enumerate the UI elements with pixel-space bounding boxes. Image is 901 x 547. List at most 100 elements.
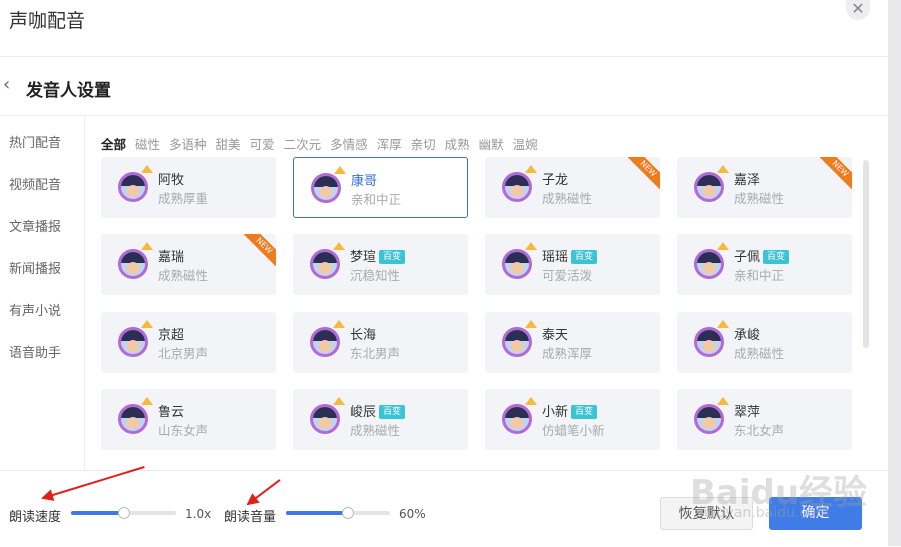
voice-card[interactable]: 泰天 成熟浑厚 (485, 312, 660, 373)
voice-name: 鲁云 (158, 401, 184, 420)
page-title: 发音人设置 (26, 81, 111, 101)
back-chevron-icon[interactable]: ‹ (3, 73, 19, 97)
scrollbar[interactable] (863, 160, 869, 348)
volume-slider[interactable] (286, 507, 390, 519)
voice-card[interactable]: 京超 北京男声 (101, 312, 276, 373)
filter-tag[interactable]: 幽默 (479, 134, 504, 152)
crown-icon (525, 320, 537, 328)
voice-card[interactable]: 嘉泽 成熟磁性 NEW (677, 157, 852, 218)
filter-tag[interactable]: 甜美 (216, 134, 241, 152)
voice-name: 承峻 (734, 324, 760, 343)
speed-slider-handle[interactable] (117, 507, 130, 519)
sidebar-item-video[interactable]: 视频配音 (0, 165, 84, 207)
voice-name-text: 瑶瑶 (542, 250, 569, 265)
voice-name: 嘉瑞 (158, 246, 184, 265)
filter-tag[interactable]: 二次元 (284, 134, 322, 152)
app-title: 声咖配音 (9, 10, 86, 32)
voice-name-text: 阿牧 (158, 173, 185, 188)
voice-avatar (502, 172, 532, 202)
voice-card[interactable]: 承峻 成熟磁性 (677, 312, 852, 373)
voice-name: 翠萍 (734, 401, 760, 420)
speed-slider[interactable] (71, 507, 176, 519)
voice-card[interactable]: 阿牧 成熟厚重 (101, 157, 276, 218)
voice-name: 峻辰 百变 (350, 401, 406, 420)
sidebar-item-article[interactable]: 文章播报 (0, 207, 84, 249)
filter-tag[interactable]: 成熟 (445, 134, 470, 152)
voice-avatar (118, 249, 148, 279)
voice-name: 京超 (158, 324, 184, 343)
voice-description: 山东女声 (158, 423, 209, 438)
voice-card[interactable]: 子龙成熟磁性 NEW (485, 157, 660, 218)
voice-avatar (694, 327, 724, 357)
versatile-badge: 百变 (379, 405, 406, 419)
crown-icon (717, 242, 729, 250)
watermark-url: jingyan.baidu.com (700, 505, 830, 521)
voice-card[interactable]: 嘉瑞成熟磁性 NEW (101, 234, 276, 295)
voice-description: 东北女声 (734, 423, 785, 438)
voice-card[interactable]: 长海 东北男声 (293, 312, 468, 373)
filter-tag[interactable]: 浑厚 (377, 134, 402, 152)
filter-tag[interactable]: 磁性 (135, 134, 160, 152)
crown-icon (717, 320, 729, 328)
voice-description: 可爱活泼 (542, 268, 593, 283)
new-ribbon: NEW (628, 157, 660, 189)
filter-tag[interactable]: 亲切 (411, 134, 436, 152)
voice-name-text: 翠萍 (734, 405, 761, 420)
voice-name-text: 子龙 (542, 173, 569, 188)
crown-icon (525, 165, 537, 173)
crown-icon (333, 320, 345, 328)
versatile-badge: 百变 (571, 250, 598, 264)
filter-tag[interactable]: 全部 (101, 134, 126, 152)
filter-tag[interactable]: 温婉 (513, 134, 538, 152)
voice-description: 成熟磁性 (734, 346, 785, 361)
new-ribbon-label: NEW (628, 157, 660, 189)
new-ribbon-label: NEW (820, 157, 852, 189)
voice-avatar (310, 327, 340, 357)
voice-description: 成熟磁性 (158, 268, 209, 283)
voice-card[interactable]: 子佩 百变 亲和中正 (677, 234, 852, 295)
voice-name-text: 长海 (350, 328, 377, 343)
voice-avatar (694, 249, 724, 279)
voice-card[interactable]: 梦瑄 百变 沉稳知性 (293, 234, 468, 295)
voice-name: 嘉泽 (734, 169, 760, 188)
voice-description: 成熟磁性 (350, 423, 401, 438)
filter-tag[interactable]: 多情感 (330, 134, 368, 152)
new-ribbon-label: NEW (244, 234, 276, 266)
close-icon[interactable]: ✕ (846, 0, 870, 20)
sidebar-item-assistant[interactable]: 语音助手 (0, 333, 84, 375)
voice-name-text: 泰天 (542, 328, 569, 343)
voice-card[interactable]: 鲁云 山东女声 (101, 389, 276, 450)
sidebar-item-hot[interactable]: 热门配音 (0, 123, 84, 165)
voice-description: 成熟磁性 (542, 191, 593, 206)
voice-card[interactable]: 峻辰 百变成熟磁性 (293, 389, 468, 450)
voice-card[interactable]: 小新 百变 仿蜡笔小新 (485, 389, 660, 450)
crown-icon (141, 165, 153, 173)
voice-avatar (310, 249, 340, 279)
voice-avatar (118, 327, 148, 357)
filter-tag[interactable]: 可爱 (250, 134, 275, 152)
category-sidebar: 热门配音 视频配音 文章播报 新闻播报 有声小说 语音助手 (0, 116, 85, 470)
titlebar: 声咖配音 ✕ (0, 0, 888, 57)
voice-avatar (694, 172, 724, 202)
voice-name: 阿牧 (158, 169, 184, 188)
speed-slider-fill (71, 511, 124, 515)
voice-name: 子佩 百变 (734, 246, 790, 265)
voice-name-text: 康哥 (351, 174, 378, 189)
versatile-badge: 百变 (379, 250, 406, 264)
crown-icon (334, 166, 346, 174)
page-header: ‹ 发音人设置 (0, 57, 888, 116)
voice-card[interactable]: 瑶瑶 百变可爱活泼 (485, 234, 660, 295)
filter-tag[interactable]: 多语种 (169, 134, 207, 152)
voice-card[interactable]: 康哥 亲和中正 (293, 157, 468, 218)
voice-avatar (502, 404, 532, 434)
sidebar-item-news[interactable]: 新闻播报 (0, 249, 84, 291)
voice-name: 子龙 (542, 169, 568, 188)
new-ribbon: NEW (820, 157, 852, 189)
voice-card[interactable]: 翠萍 东北女声 (677, 389, 852, 450)
sidebar-item-audiobook[interactable]: 有声小说 (0, 291, 84, 333)
voice-avatar (694, 404, 724, 434)
crown-icon (717, 397, 729, 405)
voice-avatar (310, 404, 340, 434)
voice-name-text: 嘉瑞 (158, 250, 185, 265)
crown-icon (525, 397, 537, 405)
